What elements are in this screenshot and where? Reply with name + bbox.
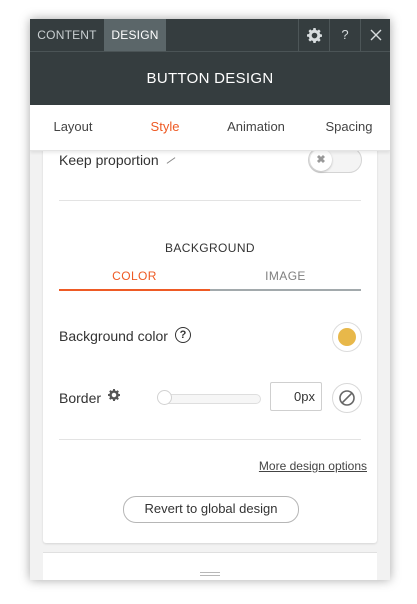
- top-toolbar: CONTENT DESIGN ?: [30, 19, 390, 52]
- resize-grip-icon[interactable]: [200, 572, 220, 578]
- background-color-label: Background color: [59, 328, 168, 344]
- border-settings-icon[interactable]: [108, 389, 121, 404]
- background-heading: BACKGROUND: [164, 241, 255, 255]
- no-border-button[interactable]: [332, 383, 362, 413]
- design-panel: CONTENT DESIGN ? BUTTON DESIGN Layout St…: [30, 19, 390, 580]
- more-design-options-link[interactable]: More design options: [243, 459, 367, 473]
- scroll-area[interactable]: Keep proportion ✖ BACKGROUND COLOR IMAGE…: [30, 150, 390, 580]
- tab-style[interactable]: Style: [130, 105, 200, 150]
- resize-cursor-mark: [166, 157, 176, 164]
- gear-icon: [306, 27, 322, 43]
- help-button[interactable]: ?: [329, 19, 360, 51]
- border-width-slider[interactable]: [158, 394, 261, 404]
- tab-animation[interactable]: Animation: [216, 105, 296, 150]
- revert-button[interactable]: Revert to global design: [123, 496, 299, 523]
- close-button[interactable]: [360, 19, 390, 51]
- style-card: Keep proportion ✖ BACKGROUND COLOR IMAGE…: [43, 150, 377, 543]
- close-icon: [370, 29, 382, 41]
- question-circle-icon[interactable]: ?: [175, 327, 191, 343]
- settings-button[interactable]: [298, 19, 329, 51]
- tab-content[interactable]: CONTENT: [30, 19, 104, 51]
- border-width-input[interactable]: 0px: [270, 382, 322, 411]
- toggle-off-icon: ✖: [310, 150, 332, 171]
- tab-color[interactable]: COLOR: [59, 269, 210, 291]
- border-label: Border: [59, 390, 102, 406]
- panel-title: BUTTON DESIGN: [30, 52, 390, 105]
- color-swatch: [338, 328, 356, 346]
- tab-layout[interactable]: Layout: [38, 105, 108, 150]
- divider: [59, 200, 361, 201]
- keep-proportion-toggle[interactable]: ✖: [308, 150, 362, 173]
- slider-handle[interactable]: [157, 390, 172, 405]
- sub-tabs: Layout Style Animation Spacing: [30, 105, 390, 151]
- divider: [59, 439, 361, 440]
- prohibit-icon: [339, 390, 355, 406]
- gear-icon: [108, 389, 121, 401]
- background-color-picker[interactable]: [332, 322, 362, 352]
- keep-proportion-label: Keep proportion: [59, 152, 159, 168]
- tab-design[interactable]: DESIGN: [104, 19, 166, 51]
- tab-image[interactable]: IMAGE: [210, 269, 361, 291]
- tab-spacing[interactable]: Spacing: [314, 105, 384, 150]
